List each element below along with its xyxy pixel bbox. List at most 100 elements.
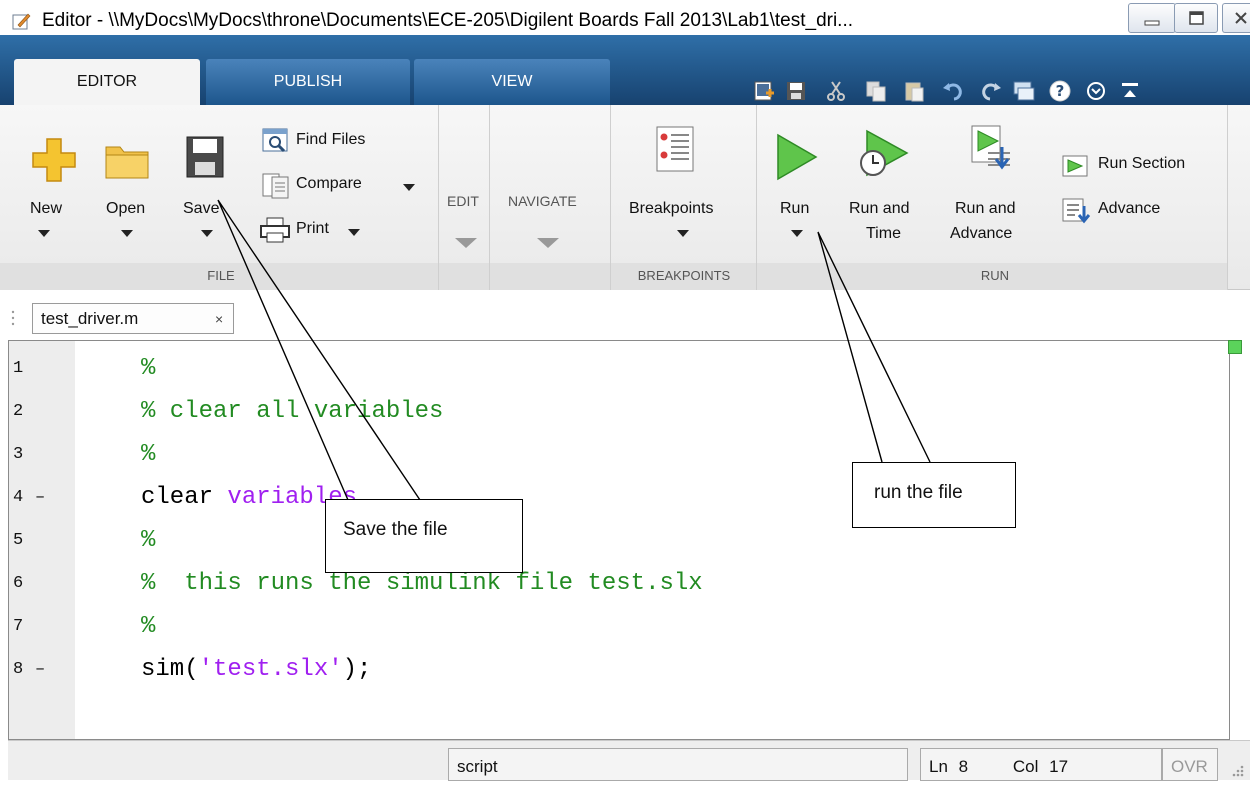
comment-text: % — [141, 355, 156, 382]
tab-view[interactable]: VIEW — [414, 59, 610, 105]
status-mode-text: script — [457, 757, 498, 776]
cut-icon[interactable] — [824, 79, 848, 103]
window-title: Editor - \\MyDocs\MyDocs\throne\Document… — [42, 10, 854, 31]
navigate-label: NAVIGATE — [508, 193, 577, 209]
code-line[interactable]: % — [141, 527, 155, 554]
find-files-label: Find Files — [296, 131, 366, 148]
compare-dropdown-arrow[interactable] — [403, 184, 415, 191]
maximize-icon — [1189, 11, 1204, 25]
status-mode: script — [448, 748, 908, 781]
run-callout-text: run the file — [874, 482, 963, 503]
code-line[interactable]: % this runs the simulink file test.slx — [141, 570, 703, 597]
comment-text: % — [141, 441, 156, 468]
breakpoints-dropdown-arrow[interactable] — [677, 230, 689, 237]
run-and-time-icon — [860, 129, 909, 177]
new-shortcut-icon[interactable] — [752, 79, 776, 103]
status-bar: script Ln 8 Col 17 OVR — [8, 740, 1250, 781]
keyword-text: sim( — [141, 656, 199, 683]
folder-icon — [105, 146, 149, 179]
copy-icon[interactable] — [864, 79, 888, 103]
switch-windows-icon[interactable] — [1012, 79, 1036, 103]
comment-text: % this runs the simulink file test.slx — [141, 570, 703, 597]
status-ovr: OVR — [1162, 748, 1218, 781]
code-analyzer-status-icon[interactable] — [1228, 340, 1242, 354]
code-line[interactable]: sim('test.slx'); — [141, 656, 371, 683]
line-number: 3 — [13, 445, 24, 464]
advance-label: Advance — [1098, 200, 1161, 217]
file-group-label: FILE — [207, 268, 235, 283]
edit-label: EDIT — [447, 193, 479, 209]
breakpoints-icon — [656, 126, 694, 172]
save-callout: Save the file — [325, 499, 523, 573]
close-tab-icon[interactable]: × — [215, 311, 223, 327]
document-tab-bar: test_driver.m × — [0, 300, 1250, 336]
ln-value: 8 — [958, 757, 969, 776]
save-icon — [186, 136, 224, 178]
line-number: 1 — [13, 359, 24, 378]
executable-line-marker[interactable]: – — [35, 488, 45, 507]
collapse-options-icon[interactable] — [1084, 79, 1108, 103]
comment-text: % — [141, 613, 156, 640]
help-icon[interactable]: ? — [1048, 79, 1072, 103]
tab-publish[interactable]: PUBLISH — [206, 59, 410, 105]
resize-grip-icon[interactable] — [1230, 763, 1246, 779]
close-window-button[interactable] — [1222, 3, 1250, 33]
save-dropdown-arrow[interactable] — [201, 230, 213, 237]
navigate-group-bar — [490, 263, 610, 290]
open-dropdown-arrow[interactable] — [121, 230, 133, 237]
run-and-advance-icon — [971, 125, 1010, 170]
code-line[interactable]: % clear all variables — [141, 398, 443, 425]
compare-icon — [262, 173, 289, 199]
run-play-icon — [777, 133, 818, 181]
ovr-text: OVR — [1171, 757, 1208, 776]
run-and-advance-label-2: Advance — [950, 225, 1013, 242]
advance-icon — [1062, 198, 1090, 224]
code-line[interactable]: % — [141, 355, 155, 382]
new-label: New — [30, 200, 63, 217]
code-editor[interactable]: 1 2 3 4–5 6 7 8– %% clear all variables% clear … — [8, 340, 1230, 740]
line-number: 5 — [13, 531, 24, 550]
line-number: 8 — [13, 660, 24, 679]
editor-app-icon — [12, 13, 31, 30]
doc-tab-label: test_driver.m — [41, 309, 139, 328]
code-line[interactable]: % — [141, 613, 155, 640]
run-dropdown-arrow[interactable] — [791, 230, 803, 237]
close-icon — [1235, 12, 1247, 24]
tab-test-driver[interactable]: test_driver.m × — [32, 303, 234, 334]
svg-text:?: ? — [1056, 82, 1065, 100]
col-value: 17 — [1049, 757, 1069, 776]
run-and-advance-label-1: Run and — [955, 200, 1016, 217]
minimize-icon — [1144, 20, 1160, 26]
navigate-dropdown-arrow[interactable] — [537, 238, 559, 248]
save-quick-icon[interactable] — [784, 79, 808, 103]
edit-dropdown-arrow[interactable] — [455, 238, 477, 248]
run-and-time-label-1: Run and — [849, 200, 910, 217]
print-dropdown-arrow[interactable] — [348, 229, 360, 236]
run-group-label: RUN — [980, 268, 1010, 283]
run-callout: run the file — [852, 462, 1016, 528]
comment-text: % clear all variables — [141, 398, 444, 425]
code-line[interactable]: % — [141, 441, 155, 468]
paste-icon[interactable] — [902, 79, 926, 103]
group-separator — [1227, 105, 1228, 290]
save-label: Save — [183, 200, 220, 217]
redo-icon[interactable] — [978, 79, 1002, 103]
ln-label: Ln — [929, 757, 948, 776]
new-icon — [32, 138, 76, 182]
line-number: 7 — [13, 617, 24, 636]
undo-icon[interactable] — [942, 79, 966, 103]
run-section-icon — [1062, 155, 1088, 177]
run-section-label: Run Section — [1098, 155, 1186, 172]
executable-line-marker[interactable]: – — [35, 660, 45, 679]
tab-editor[interactable]: EDITOR — [14, 59, 200, 105]
string-text: 'test.slx' — [198, 656, 343, 683]
breakpoints-label: Breakpoints — [629, 200, 714, 217]
minimize-button[interactable] — [1128, 3, 1176, 33]
maximize-button[interactable] — [1174, 3, 1218, 33]
edit-group-bar — [439, 263, 489, 290]
keyword-text: ); — [342, 656, 372, 683]
grip-handle-icon[interactable] — [10, 308, 18, 332]
print-label: Print — [296, 220, 329, 237]
minimize-ribbon-icon[interactable] — [1118, 79, 1142, 103]
new-dropdown-arrow[interactable] — [38, 230, 50, 237]
